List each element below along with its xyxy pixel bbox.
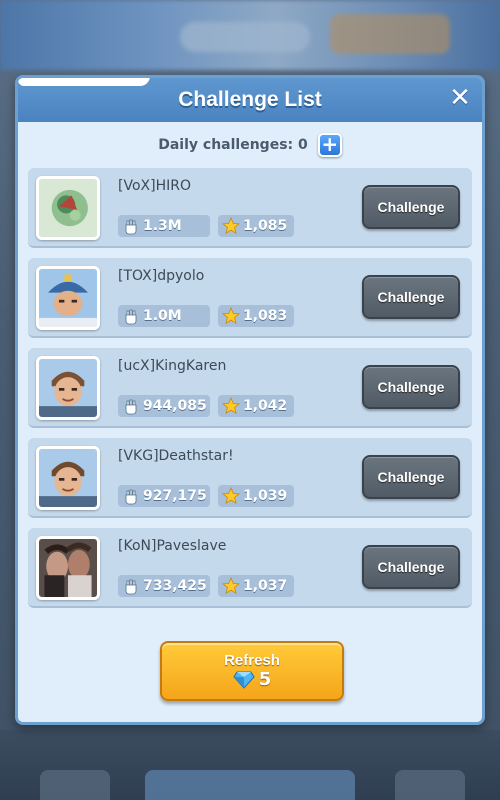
fist-icon xyxy=(125,219,137,235)
player-row: [VKG]Deathstar! 927,175 1,039 Challenge xyxy=(28,438,472,518)
challenge-button[interactable]: Challenge xyxy=(362,365,460,409)
background-blob xyxy=(40,770,110,800)
star-icon xyxy=(222,397,240,415)
star-icon xyxy=(222,487,240,505)
power-stat: 733,425 xyxy=(118,575,210,597)
star-icon xyxy=(222,577,240,595)
power-value: 927,175 xyxy=(143,488,207,504)
challenge-button[interactable]: Challenge xyxy=(362,455,460,499)
photo-avatar-icon xyxy=(39,539,97,597)
background-blob xyxy=(330,14,450,54)
dialog-header: Challenge List ✕ xyxy=(18,78,482,122)
fist-icon xyxy=(125,579,137,595)
challenge-list-dialog: Challenge List ✕ Daily challenges: 0 + [… xyxy=(15,75,485,725)
player-name: [VKG]Deathstar! xyxy=(118,448,234,464)
trophy-stat: 1,037 xyxy=(218,575,294,597)
trophy-value: 1,037 xyxy=(243,578,288,594)
power-stat: 927,175 xyxy=(118,485,210,507)
trophy-value: 1,085 xyxy=(243,218,288,234)
trophy-stat: 1,039 xyxy=(218,485,294,507)
refresh-cost-value: 5 xyxy=(258,669,272,690)
trophy-stat: 1,083 xyxy=(218,305,294,327)
power-value: 1.0M xyxy=(143,308,182,324)
fist-icon xyxy=(125,399,137,415)
snow-decoration xyxy=(18,78,150,86)
background-blob xyxy=(180,22,310,52)
power-stat: 1.0M xyxy=(118,305,210,327)
player-row: [TOX]dpyolo 1.0M 1,083 Challenge xyxy=(28,258,472,338)
player-name: [TOX]dpyolo xyxy=(118,268,205,284)
player-row: [ucX]KingKaren 944,085 1,042 Challenge xyxy=(28,348,472,428)
soldier-avatar-icon xyxy=(39,359,97,417)
avatar xyxy=(36,176,100,240)
fist-icon xyxy=(125,489,137,505)
avatar xyxy=(36,446,100,510)
background-blob xyxy=(395,770,465,800)
power-value: 733,425 xyxy=(143,578,207,594)
power-value: 944,085 xyxy=(143,398,207,414)
fist-icon xyxy=(125,309,137,325)
plus-icon[interactable]: + xyxy=(317,133,342,157)
star-icon xyxy=(222,217,240,235)
trophy-value: 1,042 xyxy=(243,398,288,414)
player-name: [KoN]Paveslave xyxy=(118,538,227,554)
trophy-stat: 1,042 xyxy=(218,395,294,417)
player-name: [ucX]KingKaren xyxy=(118,358,227,374)
daily-challenges-row: Daily challenges: 0 + xyxy=(18,122,482,168)
power-stat: 1.3M xyxy=(118,215,210,237)
soldier-avatar-icon xyxy=(39,449,97,507)
dialog-title: Challenge List xyxy=(178,88,322,111)
green-flower-avatar-icon xyxy=(39,179,97,237)
background-scene-top xyxy=(0,0,500,70)
power-value: 1.3M xyxy=(143,218,182,234)
refresh-cost: 5 xyxy=(233,669,272,690)
challenge-button[interactable]: Challenge xyxy=(362,185,460,229)
player-list: [VoX]HIRO 1.3M 1,085 Challenge [TOX]dpyo… xyxy=(18,168,482,608)
trophy-stat: 1,085 xyxy=(218,215,294,237)
background-blob xyxy=(145,770,355,800)
challenge-button[interactable]: Challenge xyxy=(362,545,460,589)
gem-icon xyxy=(233,671,255,689)
king-helmet-avatar-icon xyxy=(39,269,97,327)
refresh-button[interactable]: Refresh 5 xyxy=(160,641,344,701)
trophy-value: 1,083 xyxy=(243,308,288,324)
player-row: [KoN]Paveslave 733,425 1,037 Challenge xyxy=(28,528,472,608)
avatar xyxy=(36,266,100,330)
player-row: [VoX]HIRO 1.3M 1,085 Challenge xyxy=(28,168,472,248)
challenge-button[interactable]: Challenge xyxy=(362,275,460,319)
close-icon[interactable]: ✕ xyxy=(448,85,472,111)
refresh-label: Refresh xyxy=(224,652,280,669)
star-icon xyxy=(222,307,240,325)
avatar xyxy=(36,536,100,600)
daily-challenges-label: Daily challenges: 0 xyxy=(158,137,308,153)
trophy-value: 1,039 xyxy=(243,488,288,504)
avatar xyxy=(36,356,100,420)
power-stat: 944,085 xyxy=(118,395,210,417)
player-name: [VoX]HIRO xyxy=(118,178,191,194)
background-scene-bottom xyxy=(0,730,500,800)
